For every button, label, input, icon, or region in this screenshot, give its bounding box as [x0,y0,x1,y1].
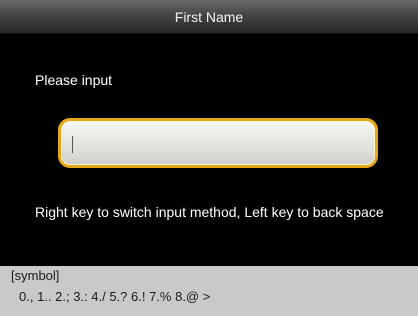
page-title: First Name [174,8,244,25]
input-method-mode: [symbol] [11,268,60,283]
text-caret [72,136,73,153]
first-name-input[interactable] [58,118,378,168]
input-method-panel: [symbol] 0., 1.. 2.; 3.: 4./ 5.? 6.! 7.%… [0,266,418,316]
title-bar: First Name [0,0,418,34]
input-prompt-label: Please input [35,72,113,88]
input-method-hint: Right key to switch input method, Left k… [35,204,384,220]
symbol-candidate-list[interactable]: 0., 1.. 2.; 3.: 4./ 5.? 6.! 7.% 8.@ > [19,289,210,304]
